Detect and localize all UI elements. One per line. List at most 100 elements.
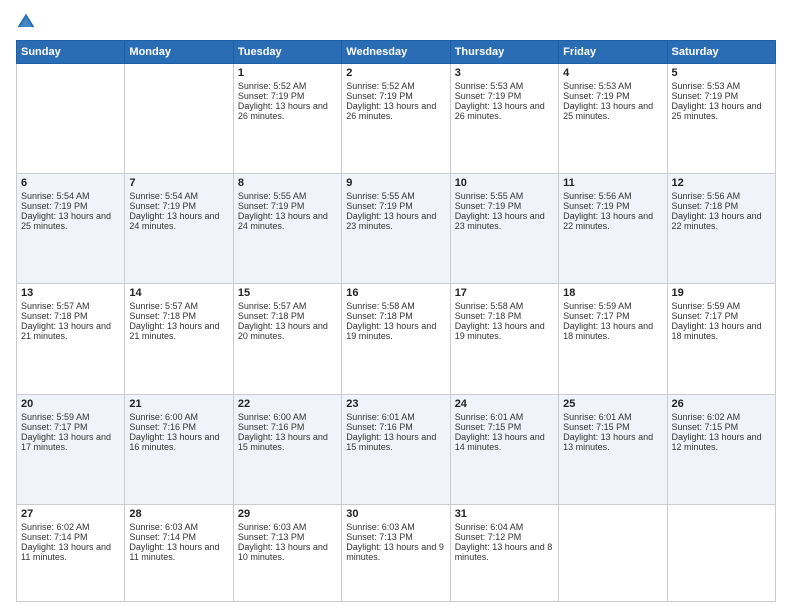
table-row: 5Sunrise: 5:53 AMSunset: 7:19 PMDaylight… bbox=[667, 64, 775, 174]
day-number: 24 bbox=[455, 398, 554, 410]
table-row: 12Sunrise: 5:56 AMSunset: 7:18 PMDayligh… bbox=[667, 174, 775, 284]
sunset-text: Sunset: 7:14 PM bbox=[129, 532, 228, 542]
sunrise-text: Sunrise: 6:01 AM bbox=[563, 412, 662, 422]
daylight-text: Daylight: 13 hours and 9 minutes. bbox=[346, 542, 445, 562]
header bbox=[16, 12, 776, 32]
sunset-text: Sunset: 7:17 PM bbox=[563, 311, 662, 321]
sunset-text: Sunset: 7:13 PM bbox=[238, 532, 337, 542]
table-row: 30Sunrise: 6:03 AMSunset: 7:13 PMDayligh… bbox=[342, 504, 450, 601]
table-row: 1Sunrise: 5:52 AMSunset: 7:19 PMDaylight… bbox=[233, 64, 341, 174]
sunrise-text: Sunrise: 5:53 AM bbox=[672, 81, 771, 91]
day-number: 21 bbox=[129, 398, 228, 410]
day-number: 23 bbox=[346, 398, 445, 410]
day-number: 9 bbox=[346, 177, 445, 189]
table-row: 7Sunrise: 5:54 AMSunset: 7:19 PMDaylight… bbox=[125, 174, 233, 284]
table-row: 19Sunrise: 5:59 AMSunset: 7:17 PMDayligh… bbox=[667, 284, 775, 394]
daylight-text: Daylight: 13 hours and 25 minutes. bbox=[563, 101, 662, 121]
table-row: 29 Sunrise: 6:03 AMSunset: 7:13 PMDayligh… bbox=[233, 504, 341, 601]
sunrise-text: Sunrise: 5:57 AM bbox=[129, 301, 228, 311]
logo-icon bbox=[16, 12, 36, 32]
daylight-text: Daylight: 13 hours and 20 minutes. bbox=[238, 321, 337, 341]
day-number: 18 bbox=[563, 287, 662, 299]
daylight-text: Daylight: 13 hours and 26 minutes. bbox=[238, 101, 337, 121]
day-number: 1 bbox=[238, 67, 337, 79]
day-number: 30 bbox=[346, 508, 445, 520]
daylight-text: Daylight: 13 hours and 16 minutes. bbox=[129, 432, 228, 452]
day-number: 8 bbox=[238, 177, 337, 189]
sunset-text: Sunset: 7:19 PM bbox=[455, 201, 554, 211]
sunset-text: Sunset: 7:18 PM bbox=[129, 311, 228, 321]
table-row: 8Sunrise: 5:55 AMSunset: 7:19 PMDaylight… bbox=[233, 174, 341, 284]
daylight-text: Daylight: 13 hours and 25 minutes. bbox=[672, 101, 771, 121]
calendar-table: Sunday Monday Tuesday Wednesday Thursday… bbox=[16, 40, 776, 602]
col-tuesday: Tuesday bbox=[233, 41, 341, 64]
col-wednesday: Wednesday bbox=[342, 41, 450, 64]
calendar-week-row: 20Sunrise: 5:59 AMSunset: 7:17 PMDayligh… bbox=[17, 394, 776, 504]
day-number: 5 bbox=[672, 67, 771, 79]
page: Sunday Monday Tuesday Wednesday Thursday… bbox=[0, 0, 792, 612]
daylight-text: Daylight: 13 hours and 21 minutes. bbox=[129, 321, 228, 341]
sunset-text: Sunset: 7:19 PM bbox=[346, 91, 445, 101]
day-number: 14 bbox=[129, 287, 228, 299]
table-row: 31Sunrise: 6:04 AMSunset: 7:12 PMDayligh… bbox=[450, 504, 558, 601]
table-row: 17Sunrise: 5:58 AMSunset: 7:18 PMDayligh… bbox=[450, 284, 558, 394]
day-number: 4 bbox=[563, 67, 662, 79]
day-number: 29 bbox=[238, 508, 337, 520]
daylight-text: Daylight: 13 hours and 26 minutes. bbox=[455, 101, 554, 121]
col-thursday: Thursday bbox=[450, 41, 558, 64]
table-row: 2Sunrise: 5:52 AMSunset: 7:19 PMDaylight… bbox=[342, 64, 450, 174]
day-number: 31 bbox=[455, 508, 554, 520]
sunset-text: Sunset: 7:19 PM bbox=[238, 91, 337, 101]
daylight-text: Daylight: 13 hours and 24 minutes. bbox=[129, 211, 228, 231]
sunrise-text: Sunrise: 5:55 AM bbox=[346, 191, 445, 201]
sunrise-text: Sunrise: 5:59 AM bbox=[672, 301, 771, 311]
col-sunday: Sunday bbox=[17, 41, 125, 64]
daylight-text: Daylight: 13 hours and 14 minutes. bbox=[455, 432, 554, 452]
sunrise-text: Sunrise: 6:00 AM bbox=[238, 412, 337, 422]
sunset-text: Sunset: 7:15 PM bbox=[563, 422, 662, 432]
table-row: 16Sunrise: 5:58 AMSunset: 7:18 PMDayligh… bbox=[342, 284, 450, 394]
day-number: 28 bbox=[129, 508, 228, 520]
calendar-week-row: 6Sunrise: 5:54 AMSunset: 7:19 PMDaylight… bbox=[17, 174, 776, 284]
daylight-text: Daylight: 13 hours and 22 minutes. bbox=[563, 211, 662, 231]
table-row: 28 Sunrise: 6:03 AMSunset: 7:14 PMDayligh… bbox=[125, 504, 233, 601]
day-number: 27 bbox=[21, 508, 120, 520]
sunrise-text: Sunrise: 5:53 AM bbox=[455, 81, 554, 91]
table-row: 13Sunrise: 5:57 AMSunset: 7:18 PMDayligh… bbox=[17, 284, 125, 394]
sunset-text: Sunset: 7:18 PM bbox=[672, 201, 771, 211]
sunrise-text: Sunrise: 6:01 AM bbox=[455, 412, 554, 422]
sunset-text: Sunset: 7:19 PM bbox=[21, 201, 120, 211]
sunset-text: Sunset: 7:19 PM bbox=[346, 201, 445, 211]
sunrise-text: Sunrise: 6:00 AM bbox=[129, 412, 228, 422]
daylight-text: Daylight: 13 hours and 21 minutes. bbox=[21, 321, 120, 341]
sunrise-text: Sunrise: 5:56 AM bbox=[672, 191, 771, 201]
sunrise-text: Sunrise: 5:55 AM bbox=[238, 191, 337, 201]
sunrise-text: Sunrise: 6:02 AM bbox=[21, 522, 120, 532]
sunset-text: Sunset: 7:17 PM bbox=[21, 422, 120, 432]
sunset-text: Sunset: 7:16 PM bbox=[346, 422, 445, 432]
sunrise-text: Sunrise: 6:03 AM bbox=[238, 522, 337, 532]
sunset-text: Sunset: 7:12 PM bbox=[455, 532, 554, 542]
sunrise-text: Sunrise: 6:01 AM bbox=[346, 412, 445, 422]
sunset-text: Sunset: 7:18 PM bbox=[238, 311, 337, 321]
table-row: 4Sunrise: 5:53 AMSunset: 7:19 PMDaylight… bbox=[559, 64, 667, 174]
daylight-text: Daylight: 13 hours and 17 minutes. bbox=[21, 432, 120, 452]
table-row: 25Sunrise: 6:01 AMSunset: 7:15 PMDayligh… bbox=[559, 394, 667, 504]
table-row: 26Sunrise: 6:02 AMSunset: 7:15 PMDayligh… bbox=[667, 394, 775, 504]
sunrise-text: Sunrise: 5:59 AM bbox=[563, 301, 662, 311]
day-number: 19 bbox=[672, 287, 771, 299]
daylight-text: Daylight: 13 hours and 10 minutes. bbox=[238, 542, 337, 562]
table-row: 9Sunrise: 5:55 AMSunset: 7:19 PMDaylight… bbox=[342, 174, 450, 284]
sunrise-text: Sunrise: 6:03 AM bbox=[129, 522, 228, 532]
table-row bbox=[125, 64, 233, 174]
table-row: 11Sunrise: 5:56 AMSunset: 7:19 PMDayligh… bbox=[559, 174, 667, 284]
daylight-text: Daylight: 13 hours and 11 minutes. bbox=[129, 542, 228, 562]
sunrise-text: Sunrise: 5:54 AM bbox=[21, 191, 120, 201]
table-row: 22Sunrise: 6:00 AMSunset: 7:16 PMDayligh… bbox=[233, 394, 341, 504]
table-row: 21Sunrise: 6:00 AMSunset: 7:16 PMDayligh… bbox=[125, 394, 233, 504]
sunset-text: Sunset: 7:15 PM bbox=[672, 422, 771, 432]
day-number: 15 bbox=[238, 287, 337, 299]
daylight-text: Daylight: 13 hours and 22 minutes. bbox=[672, 211, 771, 231]
logo bbox=[16, 12, 40, 32]
day-number: 11 bbox=[563, 177, 662, 189]
